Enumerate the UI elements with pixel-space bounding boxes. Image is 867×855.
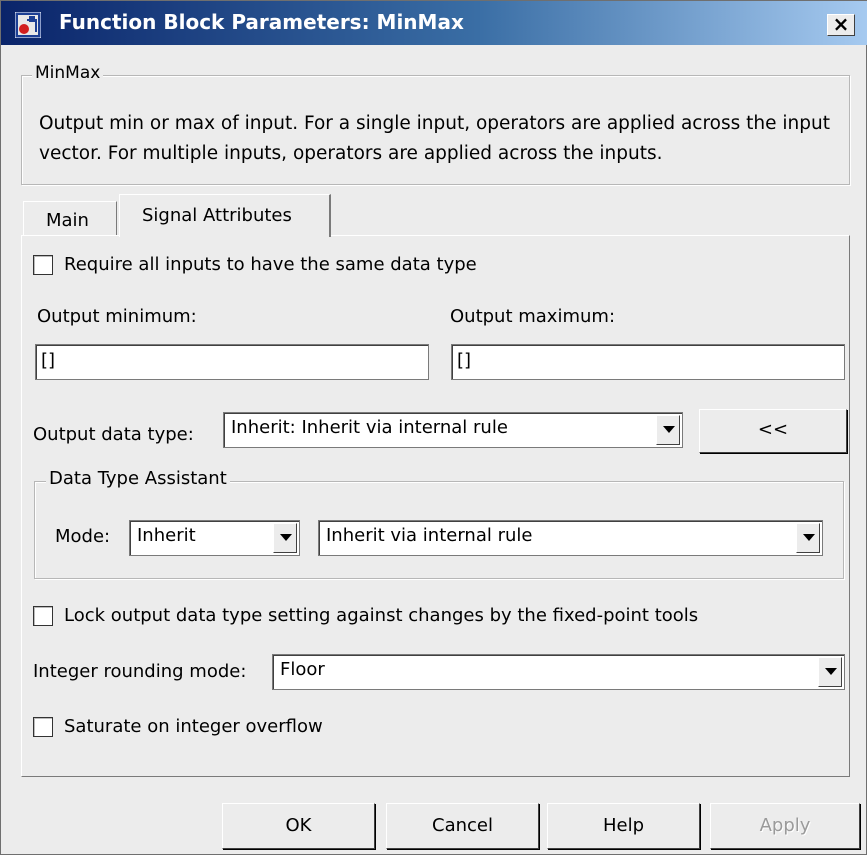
help-button[interactable]: Help — [547, 803, 700, 849]
tab-signal-attributes[interactable]: Signal Attributes — [119, 194, 331, 237]
mode-value: Inherit — [137, 525, 196, 546]
integer-rounding-mode-select[interactable]: Floor — [272, 654, 845, 690]
ok-button[interactable]: OK — [222, 803, 375, 849]
inherit-rule-value: Inherit via internal rule — [326, 525, 533, 546]
block-description: Output min or max of input. For a single… — [39, 113, 830, 164]
chevron-down-icon[interactable] — [656, 415, 680, 445]
integer-rounding-mode-value: Floor — [280, 659, 325, 680]
apply-button-label: Apply — [759, 815, 811, 836]
apply-button[interactable]: Apply — [710, 803, 860, 849]
cancel-button-label: Cancel — [432, 815, 493, 836]
tab-main[interactable]: Main — [23, 201, 117, 235]
tab-signal-attributes-label: Signal Attributes — [142, 205, 292, 226]
output-maximum-label: Output maximum: — [450, 306, 616, 327]
close-button[interactable]: × — [827, 14, 855, 36]
output-data-type-value: Inherit: Inherit via internal rule — [231, 417, 508, 438]
toggle-button-label: << — [757, 419, 789, 440]
lock-output-type-checkbox[interactable] — [33, 606, 53, 626]
require-same-type-checkbox[interactable] — [33, 255, 53, 275]
simulink-app-icon — [15, 12, 41, 38]
ok-button-label: OK — [285, 815, 312, 836]
data-type-assistant-label: Data Type Assistant — [46, 468, 230, 489]
chevron-down-icon[interactable] — [818, 657, 842, 687]
mode-label: Mode: — [55, 526, 111, 547]
output-minimum-input[interactable]: [] — [35, 344, 429, 380]
lock-output-type-label: Lock output data type setting against ch… — [64, 605, 699, 626]
dialog-window: Function Block Parameters: MinMax × MinM… — [0, 0, 867, 855]
block-group-label: MinMax — [32, 63, 104, 83]
help-button-label: Help — [602, 815, 645, 836]
tab-main-label: Main — [46, 210, 89, 231]
chevron-down-icon[interactable] — [273, 523, 297, 553]
saturate-overflow-label: Saturate on integer overflow — [64, 716, 323, 737]
cancel-button[interactable]: Cancel — [386, 803, 539, 849]
data-type-assistant-toggle-button[interactable]: << — [699, 409, 847, 453]
title-bar[interactable]: Function Block Parameters: MinMax × — [1, 1, 867, 45]
output-data-type-select[interactable]: Inherit: Inherit via internal rule — [223, 412, 683, 448]
output-minimum-label: Output minimum: — [37, 306, 197, 327]
chevron-down-icon[interactable] — [796, 523, 820, 553]
require-same-type-label: Require all inputs to have the same data… — [64, 254, 477, 275]
mode-select[interactable]: Inherit — [129, 520, 300, 556]
close-icon: × — [832, 12, 850, 36]
output-maximum-input[interactable]: [] — [451, 344, 845, 380]
integer-rounding-mode-label: Integer rounding mode: — [33, 661, 247, 682]
output-data-type-label: Output data type: — [33, 424, 194, 445]
inherit-rule-select[interactable]: Inherit via internal rule — [318, 520, 823, 556]
saturate-overflow-checkbox[interactable] — [33, 717, 53, 737]
window-title: Function Block Parameters: MinMax — [59, 10, 464, 34]
